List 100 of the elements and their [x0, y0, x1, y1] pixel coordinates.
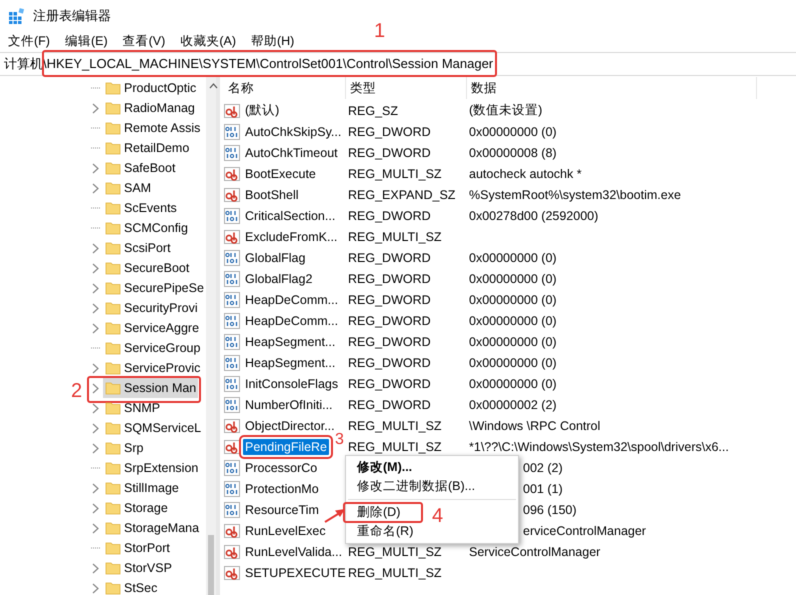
column-header[interactable]: 名称 [224, 77, 346, 99]
tree-item[interactable]: RetailDemo [103, 138, 192, 158]
menu-item[interactable]: 查看(V) [122, 33, 166, 50]
chevron-icon[interactable] [92, 322, 99, 334]
tree-item[interactable]: ServiceGroup [103, 338, 202, 358]
chevron-icon[interactable] [92, 522, 99, 534]
scroll-up-icon[interactable] [208, 83, 218, 89]
menu-item[interactable]: 帮助(H) [250, 33, 294, 50]
table-cell-text: 0x00278d00 (2592000) [468, 208, 598, 222]
chevron-icon[interactable] [92, 362, 99, 374]
value-name[interactable]: HeapSegment... [243, 334, 338, 350]
folder-icon [105, 380, 121, 396]
value-name[interactable]: HeapSegment... [243, 354, 338, 370]
tree-item[interactable]: Storage [103, 498, 170, 518]
chevron-icon[interactable] [92, 442, 99, 454]
value-name[interactable]: HeapDeComm... [243, 292, 340, 308]
table-cell-text: REG_DWORD [347, 208, 431, 222]
value-name[interactable]: RunLevelValida... [243, 544, 344, 560]
chevron-icon[interactable] [92, 182, 99, 194]
column-header[interactable]: 数据 [467, 77, 757, 99]
tree-item[interactable]: ScsiPort [103, 238, 173, 258]
value-name[interactable]: ProtectionMo [243, 480, 321, 496]
tree-item[interactable]: SCMConfig [103, 218, 190, 238]
table-cell-text: REG_DWORD [347, 314, 431, 328]
table-cell-text: REG_DWORD [347, 356, 431, 370]
chevron-icon[interactable] [92, 262, 99, 274]
table-cell-text: *1\??\C:\Windows\System32\spool\drivers\x6... [468, 440, 729, 454]
tree-item[interactable]: StorPort [103, 538, 172, 558]
table-cell-text: REG_MULTI_SZ [347, 440, 442, 454]
column-header[interactable]: 类型 [346, 77, 467, 99]
value-name[interactable]: BootShell [243, 186, 301, 202]
menu-item[interactable]: 文件(F) [8, 33, 50, 50]
chevron-icon[interactable] [92, 242, 99, 254]
tree-item[interactable]: SrpExtension [103, 458, 200, 478]
value-name[interactable]: ObjectDirector... [243, 418, 337, 434]
string-value-icon [224, 564, 240, 580]
tree-item[interactable]: StillImage [103, 478, 181, 498]
chevron-icon[interactable] [92, 562, 99, 574]
value-name[interactable]: NumberOfIniti... [243, 396, 335, 412]
value-name[interactable]: GlobalFlag [243, 250, 308, 266]
tree-item[interactable]: StorVSP [103, 558, 174, 578]
menu-item[interactable]: 删除(D) [346, 504, 400, 521]
tree-item[interactable]: ScEvents [103, 198, 179, 218]
tree-item[interactable]: SNMP [103, 398, 162, 418]
chevron-icon[interactable] [92, 502, 99, 514]
tree-item[interactable]: ProductOptic [103, 78, 198, 98]
string-value-icon [224, 166, 240, 182]
menu-item[interactable]: 修改二进制数据(B)... [346, 478, 476, 495]
tree-item[interactable]: SafeBoot [103, 158, 178, 178]
tree-item[interactable]: ServiceProvic [103, 358, 202, 378]
tree-item[interactable]: Remote Assis [103, 118, 202, 138]
value-name[interactable]: AutoChkTimeout [243, 144, 340, 160]
table-cell-text: erviceControlManager [522, 524, 646, 538]
chevron-icon[interactable] [92, 402, 99, 414]
menu-item[interactable]: 编辑(E) [64, 33, 108, 50]
folder-icon [105, 500, 121, 516]
tree-item[interactable]: StorageMana [103, 518, 202, 538]
menu-item[interactable]: 收藏夹(A) [180, 33, 236, 50]
folder-icon [105, 160, 121, 176]
tree-item[interactable]: SecurePipeSe [103, 278, 206, 298]
tree-item[interactable]: Session Man [103, 378, 198, 398]
menu-item[interactable]: 重命名(R) [346, 523, 414, 540]
table-cell-text: REG_SZ [347, 104, 398, 118]
tree-item[interactable]: StSec [103, 578, 160, 595]
tree-item[interactable]: SAM [103, 178, 154, 198]
value-name[interactable]: InitConsoleFlags [243, 376, 340, 392]
value-name[interactable]: (默认) [243, 101, 282, 120]
value-name[interactable]: SETUPEXECUTE [243, 564, 348, 580]
value-name[interactable]: AutoChkSkipSy... [243, 124, 344, 140]
tree-item[interactable]: SecureBoot [103, 258, 192, 278]
scroll-thumb[interactable] [208, 535, 214, 595]
value-name[interactable]: RunLevelExec [243, 522, 328, 538]
table-cell-text: REG_MULTI_SZ [347, 230, 442, 244]
tree-item[interactable]: SecurityProvi [103, 298, 200, 318]
chevron-icon[interactable] [92, 162, 99, 174]
chevron-icon[interactable] [92, 102, 99, 114]
chevron-icon[interactable] [92, 482, 99, 494]
tree-item[interactable]: SQMServiceL [103, 418, 204, 438]
scrollbar[interactable] [206, 77, 216, 595]
value-name[interactable]: PendingFileRe [243, 438, 329, 454]
menu-item[interactable]: 修改(M)... [346, 459, 412, 476]
value-name[interactable]: ProcessorCo [243, 460, 320, 476]
value-name[interactable]: ExcludeFromK... [243, 228, 340, 244]
table-cell-text: REG_DWORD [347, 272, 431, 286]
tree-item[interactable]: RadioManag [103, 98, 197, 118]
binary-value-icon [224, 396, 240, 412]
folder-icon [105, 420, 121, 436]
value-name[interactable]: HeapDeComm... [243, 312, 340, 328]
value-name[interactable]: ResourceTim [243, 502, 321, 518]
tree-item[interactable]: Srp [103, 438, 146, 458]
chevron-icon[interactable] [92, 422, 99, 434]
value-name[interactable]: BootExecute [243, 166, 318, 182]
chevron-icon[interactable] [92, 302, 99, 314]
folder-icon [105, 520, 121, 536]
value-name[interactable]: GlobalFlag2 [243, 270, 314, 286]
chevron-icon[interactable] [92, 582, 99, 594]
value-name[interactable]: CriticalSection... [243, 208, 338, 224]
tree-item[interactable]: ServiceAggre [103, 318, 202, 338]
chevron-icon[interactable] [92, 282, 99, 294]
chevron-icon[interactable] [92, 382, 99, 394]
